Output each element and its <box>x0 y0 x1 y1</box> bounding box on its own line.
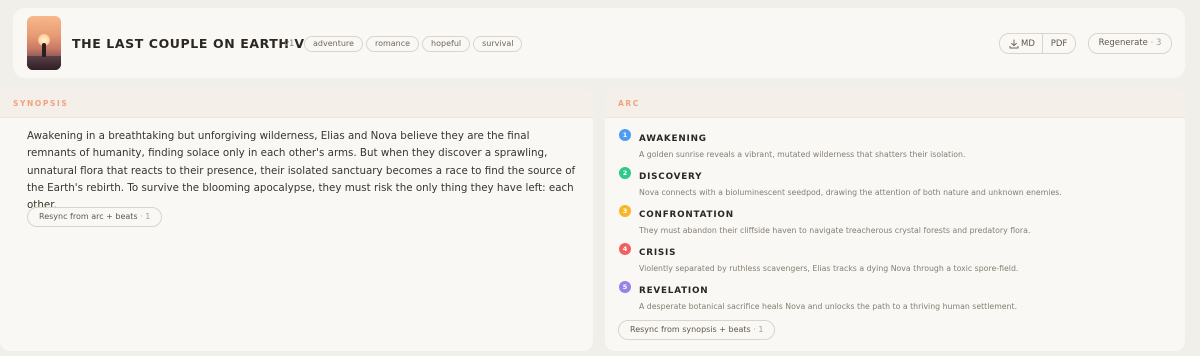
export-group: MD PDF <box>999 33 1076 54</box>
download-icon <box>1009 39 1019 48</box>
arc-description: A desperate botanical sacrifice heals No… <box>639 302 1018 311</box>
story-header: THE LAST COUPLE ON EARTH V2 v1 adventure… <box>13 8 1185 78</box>
arc-number-badge: 5 <box>619 281 631 293</box>
tag-chip[interactable]: hopeful <box>422 36 471 52</box>
ground-graphic <box>27 56 61 70</box>
resync-arc-button[interactable]: Resync from synopsis + beats · 1 <box>618 320 776 340</box>
arc-title: CONFRONTATION <box>639 210 734 220</box>
arc-number-badge: 1 <box>619 129 631 141</box>
synopsis-text[interactable]: Awakening in a breathtaking but unforgiv… <box>27 128 579 214</box>
story-title: THE LAST COUPLE ON EARTH V2 <box>72 36 314 51</box>
tag-chip[interactable]: romance <box>365 36 420 52</box>
export-md-label: MD <box>1021 38 1035 49</box>
arc-title: DISCOVERY <box>639 172 703 182</box>
arc-description: Violently separated by ruthless scavenge… <box>639 264 1019 273</box>
arc-number-badge: 4 <box>619 243 631 255</box>
arc-title: CRISIS <box>639 248 677 258</box>
resync-label: Resync from arc + beats <box>39 212 138 221</box>
tag-list: adventure romance hopeful survival <box>304 36 523 52</box>
version-badge: v1 <box>284 39 295 49</box>
arc-panel: ARC 1 AWAKENING A golden sunrise reveals… <box>605 90 1185 351</box>
resync-label: Resync from synopsis + beats <box>630 325 751 334</box>
regenerate-count: · 3 <box>1150 38 1162 48</box>
tag-chip[interactable]: survival <box>473 36 523 52</box>
export-pdf-button[interactable]: PDF <box>1043 39 1075 49</box>
figure-graphic <box>42 43 46 57</box>
tag-chip[interactable]: adventure <box>304 36 363 52</box>
resync-count: · 1 <box>140 212 151 221</box>
arc-number-badge: 3 <box>619 205 631 217</box>
regenerate-button[interactable]: Regenerate · 3 <box>1088 33 1172 54</box>
synopsis-heading: SYNOPSIS <box>0 90 593 118</box>
export-md-button[interactable]: MD <box>1000 34 1043 53</box>
arc-title: AWAKENING <box>639 134 707 144</box>
resync-count: · 1 <box>753 325 764 334</box>
arc-description: A golden sunrise reveals a vibrant, muta… <box>639 150 966 159</box>
arc-description: Nova connects with a bioluminescent seed… <box>639 188 1062 197</box>
arc-description: They must abandon their cliffside haven … <box>639 226 1031 235</box>
arc-number-badge: 2 <box>619 167 631 179</box>
arc-heading: ARC <box>605 90 1185 118</box>
synopsis-panel: SYNOPSIS Awakening in a breathtaking but… <box>0 90 593 351</box>
cover-image[interactable] <box>27 16 61 70</box>
resync-synopsis-button[interactable]: Resync from arc + beats · 1 <box>27 207 163 227</box>
arc-title: REVELATION <box>639 286 709 296</box>
regenerate-label: Regenerate <box>1098 38 1148 48</box>
